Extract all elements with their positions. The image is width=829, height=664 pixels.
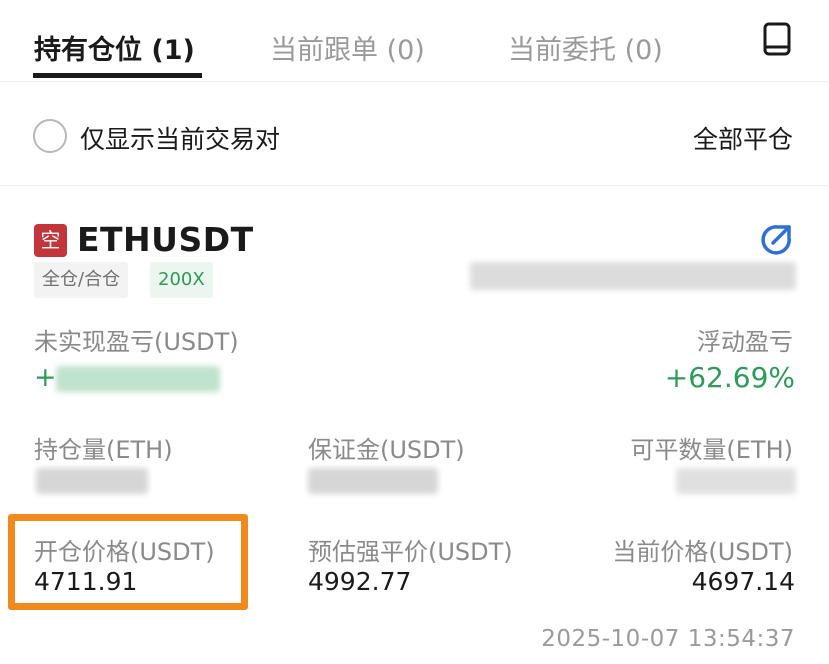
close-all-button[interactable]: 全部平仓: [693, 120, 793, 156]
margin-label: 保证金(USDT): [308, 436, 465, 464]
floating-pnl-value: +62.69%: [664, 361, 795, 394]
only-current-pair-label[interactable]: 仅显示当前交易对: [80, 120, 280, 156]
mark-price-value: 4697.14: [691, 567, 795, 596]
filter-row: 仅显示当前交易对 全部平仓: [0, 83, 829, 186]
mark-price-label: 当前价格(USDT): [612, 538, 793, 566]
unrealized-pnl-label: 未实现盈亏(USDT): [34, 328, 239, 356]
closable-qty-label: 可平数量(ETH): [630, 436, 793, 464]
redacted-closable: [676, 468, 796, 494]
margin-mode-tag: 全仓/合仓: [34, 262, 129, 298]
unrealized-pnl-sign: +: [34, 362, 57, 393]
active-tab-indicator: [33, 73, 202, 78]
only-current-pair-radio[interactable]: [33, 119, 67, 153]
leverage-tag: 200X: [150, 262, 213, 298]
redacted-pnl-value: [56, 366, 220, 392]
position-timestamp: 2025-10-07 13:54:37: [541, 626, 795, 652]
short-side-badge: 空: [34, 224, 67, 257]
liquidation-price-label: 预估强平价(USDT): [308, 538, 513, 566]
tab-positions[interactable]: 持有仓位 (1): [34, 28, 195, 67]
redacted-size: [36, 468, 148, 494]
tab-copy-trades[interactable]: 当前跟单 (0): [270, 28, 425, 67]
position-size-label: 持仓量(ETH): [34, 436, 173, 464]
entry-price-highlight-box: [8, 514, 248, 610]
liquidation-price-value: 4992.77: [308, 567, 412, 596]
share-icon[interactable]: [758, 222, 794, 258]
tab-open-orders[interactable]: 当前委托 (0): [508, 28, 663, 67]
position-symbol: ETHUSDT: [77, 220, 254, 259]
document-icon[interactable]: [760, 22, 794, 56]
floating-pnl-label: 浮动盈亏: [697, 328, 793, 356]
position-tabs: 持有仓位 (1) 当前跟单 (0) 当前委托 (0): [0, 0, 829, 82]
redacted-margin: [308, 468, 438, 494]
redacted-info: [470, 262, 796, 290]
